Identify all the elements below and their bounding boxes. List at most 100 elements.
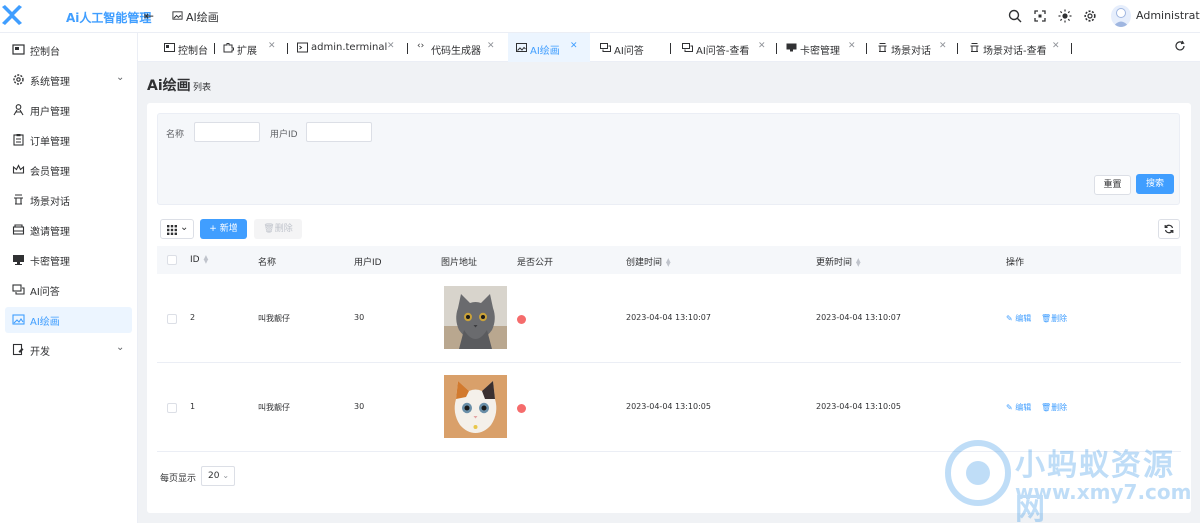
tab-label: AI问答 [614,46,644,57]
sidebar-item-invite[interactable]: 邀请管理 [5,217,132,243]
sidebar-item-ai-drawing[interactable]: AI绘画 [5,307,132,333]
grid-icon [167,225,177,235]
tab-extensions[interactable]: 扩展 ✕ [223,33,278,62]
column-header-image: 图片地址 [441,258,478,268]
chevron-down-icon: ⌄ [116,72,125,83]
avatar[interactable] [1111,5,1131,27]
crown-icon [12,164,25,174]
column-header-created[interactable]: 创建时间 ▲ ▼ [626,255,671,268]
fullscreen-icon[interactable] [1033,9,1047,23]
row-checkbox[interactable] [167,314,177,324]
tab-label: AI绘画 [530,46,560,57]
row-checkbox[interactable] [167,403,177,413]
edit-button[interactable]: ✎ 编辑 [1006,402,1031,413]
tab-label: 控制台 [178,46,208,57]
close-icon[interactable]: ✕ [268,41,276,51]
close-icon[interactable]: ✕ [1052,41,1060,51]
cell-name: 叫我靓仔 [258,314,290,323]
theme-toggle-icon[interactable] [1058,9,1072,23]
chevron-down-icon: ⌄ [116,342,125,353]
search-icon[interactable] [1008,9,1022,23]
watermark-logo-icon [945,440,1011,506]
refresh-icon[interactable] [1174,40,1186,52]
tab-divider [957,43,958,54]
tab-scene-dialog[interactable]: 场景对话 ✕ [877,33,952,62]
user-id-input[interactable] [306,122,372,142]
delete-row-button[interactable]: 🗑删除 [1041,313,1067,324]
top-header: Ai人工智能管理 ⇤ AI绘画 Administrator [0,0,1200,33]
tab-label: 扩展 [237,46,257,57]
close-icon[interactable]: ✕ [848,41,856,51]
sidebar-item-cards[interactable]: 卡密管理 [5,247,132,273]
sort-icon[interactable]: ▲ ▼ [204,254,209,264]
close-icon[interactable]: ✕ [758,41,766,51]
sort-icon[interactable]: ▲ ▼ [666,257,671,267]
menu-collapse-icon[interactable]: ⇤ [144,9,154,23]
close-icon[interactable]: ✕ [939,41,947,51]
sidebar-item-users[interactable]: 用户管理 [5,97,132,123]
tab-label: 卡密管理 [800,46,840,57]
private-status-icon [517,404,526,413]
column-header-id[interactable]: ID ▲ ▼ [190,254,209,265]
tab-ai-qa[interactable]: AI问答 [600,33,670,62]
sidebar-item-orders[interactable]: 订单管理 [5,127,132,153]
puzzle-icon [223,43,234,53]
page-size-value: 20 [208,471,220,481]
table-refresh-button[interactable] [1158,219,1180,239]
sidebar-item-label: 控制台 [30,47,60,58]
sidebar-item-label: 邀请管理 [30,227,70,238]
user-name[interactable]: Administrator [1136,9,1200,22]
search-panel: 名称 用户ID 重置 搜索 [157,113,1180,205]
delete-row-button[interactable]: 🗑删除 [1041,402,1067,413]
page-size-select[interactable]: 20 ⌄ [201,466,235,486]
sidebar-item-members[interactable]: 会员管理 [5,157,132,183]
column-header-user-id: 用户ID [354,258,382,268]
tab-ai-qa-view[interactable]: AI问答-查看 ✕ [682,33,770,62]
sidebar-item-label: 会员管理 [30,167,70,178]
user-icon [13,104,24,116]
cell-created: 2023-04-04 13:10:05 [626,402,711,411]
card-icon [786,43,797,52]
image-icon [516,43,527,52]
add-button[interactable]: + 新增 [200,219,247,239]
name-label: 名称 [166,130,185,140]
tab-label: AI问答-查看 [696,46,750,57]
code-icon: ‹› [417,41,425,51]
name-input[interactable] [194,122,260,142]
sidebar-item-dashboard[interactable]: 控制台 [5,37,132,63]
sidebar-item-label: 订单管理 [30,137,70,148]
page-size-label: 每页显示 [160,474,197,484]
search-button[interactable]: 搜索 [1136,174,1174,194]
tab-scene-dialog-view[interactable]: 场景对话-查看 ✕ [969,33,1071,62]
logo-icon [2,5,22,25]
cell-updated: 2023-04-04 13:10:05 [816,402,901,411]
tab-card-management[interactable]: 卡密管理 ✕ [786,33,861,62]
sidebar-item-label: 系统管理 [30,77,70,88]
close-icon[interactable]: ✕ [487,41,495,51]
tab-ai-drawing[interactable]: AI绘画 ✕ [508,33,590,62]
tab-dashboard[interactable]: 控制台 [164,33,214,62]
scene-icon [14,194,23,205]
tab-admin-terminal[interactable]: admin.terminal ✕ [297,33,400,62]
gear-icon[interactable] [1083,9,1097,23]
sort-icon[interactable]: ▲ ▼ [856,257,861,267]
sidebar-item-dev[interactable]: 开发 ⌄ [5,337,132,363]
select-all-checkbox[interactable] [167,255,177,265]
column-header-updated[interactable]: 更新时间 ▲ ▼ [816,255,861,268]
close-icon[interactable]: ✕ [387,41,395,51]
cat-image-thumbnail[interactable] [444,286,507,349]
delete-button[interactable]: 🗑删除 [254,219,302,239]
sidebar-item-scene[interactable]: 场景对话 [5,187,132,213]
clipboard-icon [13,134,24,146]
chevron-down-icon: ⌄ [180,222,189,233]
sidebar-item-system[interactable]: 系统管理 ⌄ [5,67,132,93]
tab-code-generator[interactable]: ‹› 代码生成器 ✕ [417,33,497,62]
reset-button[interactable]: 重置 [1094,175,1131,195]
cat-image-thumbnail[interactable] [444,375,507,438]
sidebar-item-ai-qa[interactable]: AI问答 [5,277,132,303]
sidebar-item-label: AI绘画 [30,317,60,328]
chat-icon [682,43,693,52]
close-icon[interactable]: ✕ [570,41,578,51]
edit-button[interactable]: ✎ 编辑 [1006,313,1031,324]
column-settings-button[interactable]: ⌄ [160,219,194,239]
